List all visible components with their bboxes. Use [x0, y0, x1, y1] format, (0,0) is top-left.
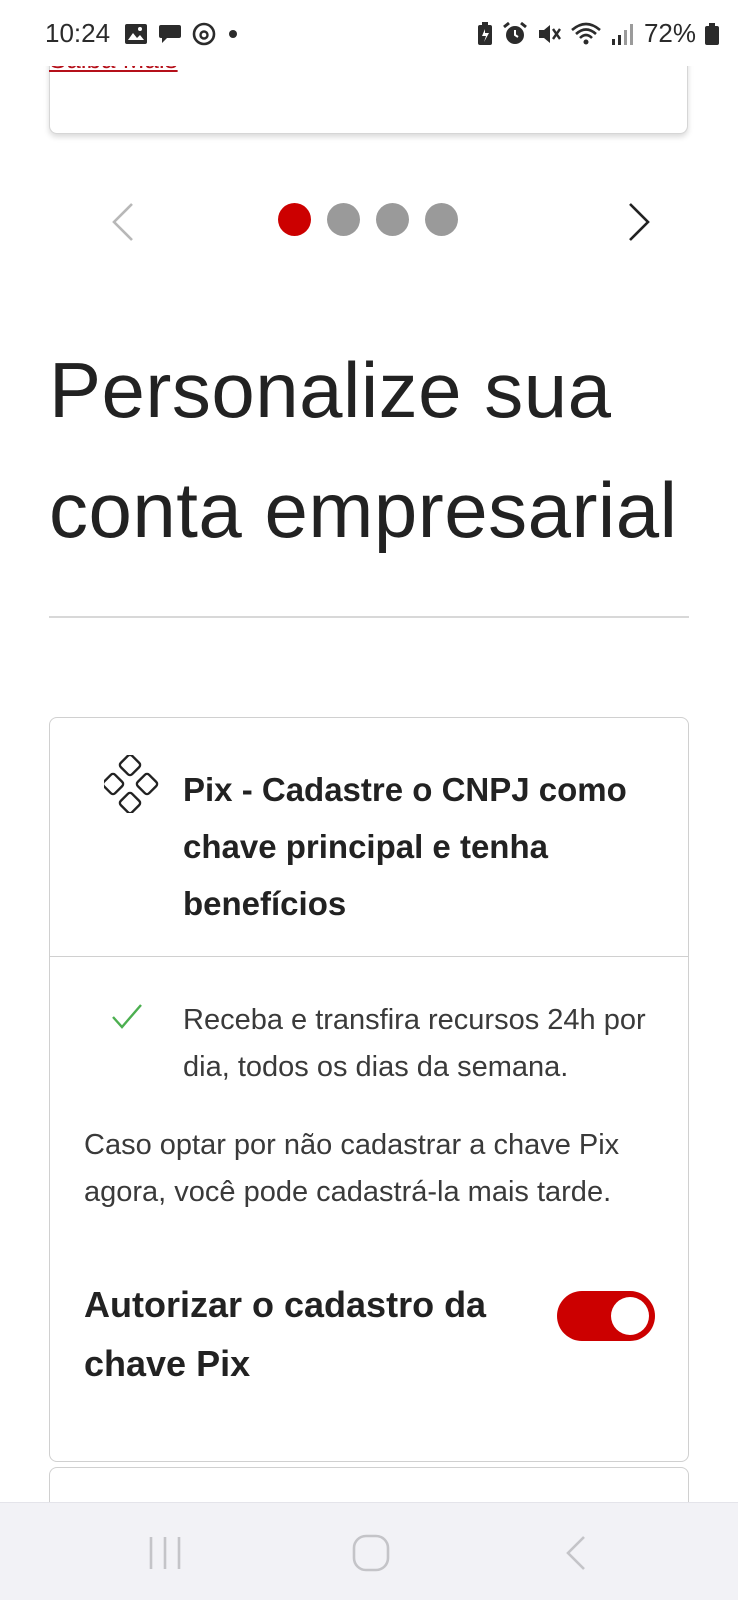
status-time: 10:24 — [45, 18, 111, 48]
carousel-dots — [278, 203, 458, 236]
mute-icon — [538, 24, 561, 43]
toggle-knob — [611, 1297, 649, 1335]
battery-saver-icon — [477, 21, 492, 45]
system-icons: 72% — [476, 18, 720, 49]
page-title-line2: conta empresarial — [49, 466, 678, 554]
dot-icon — [229, 30, 237, 38]
pix-icon — [104, 755, 159, 813]
chevron-left-icon[interactable] — [104, 200, 144, 244]
page-title-line1: Personalize sua — [49, 346, 612, 434]
alarm-icon — [503, 21, 527, 44]
carousel-dot-3[interactable] — [376, 203, 409, 236]
carousel-dot-2[interactable] — [327, 203, 360, 236]
divider — [49, 616, 689, 618]
chevron-right-icon[interactable] — [618, 200, 658, 244]
pix-card-title: Pix - Cadastre o CNPJ como chave princip… — [183, 771, 627, 922]
home-icon[interactable] — [349, 1531, 393, 1575]
carousel-dot-4[interactable] — [425, 203, 458, 236]
benefit-text: Receba e transfira recursos 24h por dia,… — [183, 1004, 646, 1083]
carousel-dot-1[interactable] — [278, 203, 311, 236]
info-text: Caso optar por não cadastrar a chave Pix… — [84, 1129, 620, 1208]
authorize-pix-toggle[interactable] — [557, 1291, 655, 1341]
signal-icon — [611, 23, 633, 45]
pix-card-header: Pix - Cadastre o CNPJ como chave princip… — [50, 718, 688, 957]
toggle-label: Autorizar o cadastro da chave Pix — [84, 1284, 487, 1384]
battery-percent: 72% — [643, 18, 696, 48]
gallery-icon — [125, 24, 147, 44]
recent-apps-icon[interactable] — [143, 1531, 187, 1575]
page-title: Personalize sua conta empresarial — [49, 330, 699, 570]
pix-card: Pix - Cadastre o CNPJ como chave princip… — [49, 717, 689, 1462]
wifi-icon — [571, 22, 601, 44]
back-icon[interactable] — [556, 1531, 600, 1575]
battery-icon — [705, 22, 719, 45]
notification-icons — [124, 22, 240, 46]
carousel-navigation — [0, 186, 738, 256]
chat-bubble-icon — [159, 25, 181, 43]
threads-icon — [192, 22, 216, 46]
status-bar: 10:24 72% — [0, 0, 738, 66]
checkmark-icon — [112, 1004, 142, 1029]
system-nav-bar — [0, 1502, 738, 1600]
